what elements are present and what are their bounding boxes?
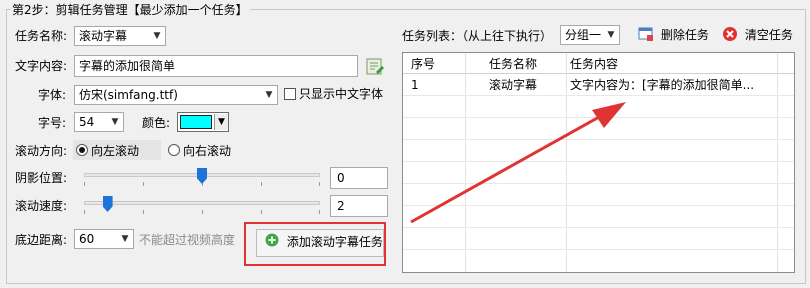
annotation-arrow [410, 102, 626, 224]
arrow-head [592, 102, 626, 128]
arrow-shaft [410, 110, 609, 224]
